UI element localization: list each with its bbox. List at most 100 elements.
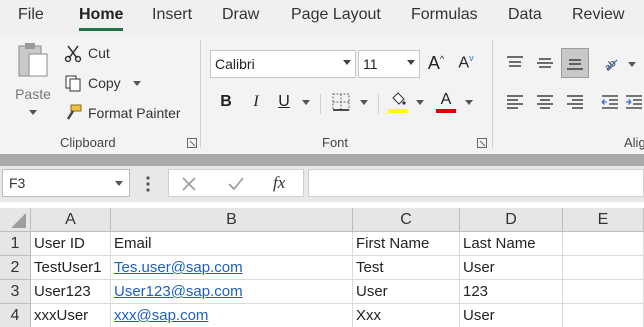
cell-a4[interactable]: xxxUser bbox=[31, 304, 111, 327]
cell-e2[interactable] bbox=[563, 256, 644, 280]
tab-review[interactable]: Review bbox=[572, 6, 624, 24]
align-top-icon bbox=[507, 56, 523, 67]
format-painter-button[interactable]: Format Painter bbox=[64, 104, 181, 122]
underline-dropdown-icon[interactable] bbox=[302, 100, 310, 105]
underline-button[interactable]: U bbox=[274, 89, 294, 115]
column-header-d[interactable]: D bbox=[460, 208, 563, 232]
cell-b2-email-link[interactable]: Tes.user@sap.com bbox=[111, 256, 353, 280]
font-dialog-launcher-icon[interactable] bbox=[477, 138, 487, 148]
copy-button[interactable]: Copy bbox=[64, 74, 141, 92]
name-box-dropdown-icon bbox=[115, 181, 123, 186]
cell-e3[interactable] bbox=[563, 280, 644, 304]
column-header-a[interactable]: A bbox=[31, 208, 111, 232]
align-bottom-button[interactable] bbox=[561, 48, 589, 78]
cut-button[interactable]: Cut bbox=[64, 44, 110, 62]
formula-bar-grip-icon[interactable] bbox=[144, 174, 152, 194]
cell-a3[interactable]: User123 bbox=[31, 280, 111, 304]
align-center-button[interactable] bbox=[532, 89, 558, 115]
copy-label: Copy bbox=[88, 75, 121, 91]
cell-b1[interactable]: Email bbox=[111, 232, 353, 256]
cell-d4[interactable]: User bbox=[460, 304, 563, 327]
tab-draw[interactable]: Draw bbox=[222, 6, 259, 24]
group-separator bbox=[200, 40, 201, 148]
cell-a2[interactable]: TestUser1 bbox=[31, 256, 111, 280]
group-separator bbox=[492, 40, 493, 148]
paste-dropdown-icon[interactable] bbox=[29, 110, 37, 115]
decrease-indent-icon bbox=[601, 95, 618, 109]
cell-c1[interactable]: First Name bbox=[353, 232, 460, 256]
tab-data[interactable]: Data bbox=[508, 6, 542, 24]
decrease-indent-button[interactable] bbox=[598, 89, 622, 115]
font-size-value: 11 bbox=[363, 56, 378, 72]
align-top-button[interactable] bbox=[502, 50, 528, 76]
cell-b4-email-link[interactable]: xxx@sap.com bbox=[111, 304, 353, 327]
name-box[interactable]: F3 bbox=[2, 169, 130, 197]
font-size-dropdown-icon bbox=[407, 60, 415, 65]
column-header-b[interactable]: B bbox=[111, 208, 353, 232]
cell-e1[interactable] bbox=[563, 232, 644, 256]
tab-home[interactable]: Home bbox=[79, 6, 124, 31]
formula-buttons-area: fx bbox=[168, 169, 304, 197]
row-header[interactable]: 2 bbox=[0, 256, 31, 280]
cell-c4[interactable]: Xxx bbox=[353, 304, 460, 327]
row-header[interactable]: 4 bbox=[0, 304, 31, 327]
cell-c3[interactable]: User bbox=[353, 280, 460, 304]
cell-e4[interactable] bbox=[563, 304, 644, 327]
font-name-value: Calibri bbox=[215, 56, 255, 72]
cell-b3-email-link[interactable]: User123@sap.com bbox=[111, 280, 353, 304]
increase-indent-button[interactable] bbox=[624, 89, 644, 115]
fill-color-dropdown-icon[interactable] bbox=[416, 100, 424, 105]
font-name-select[interactable]: Calibri bbox=[210, 50, 356, 78]
orientation-button[interactable]: ab bbox=[598, 50, 622, 76]
clipboard-dialog-launcher-icon[interactable] bbox=[187, 138, 197, 148]
align-left-icon bbox=[507, 95, 523, 109]
formula-input[interactable] bbox=[308, 169, 644, 197]
row-header[interactable]: 3 bbox=[0, 280, 31, 304]
tab-insert[interactable]: Insert bbox=[152, 6, 192, 24]
font-color-button[interactable]: A bbox=[434, 89, 458, 115]
align-left-button[interactable] bbox=[502, 89, 528, 115]
cut-label: Cut bbox=[88, 45, 110, 61]
cell-c2[interactable]: Test bbox=[353, 256, 460, 280]
tab-page-layout[interactable]: Page Layout bbox=[291, 6, 381, 24]
bold-button[interactable]: B bbox=[216, 89, 236, 115]
alignment-group-label: Alig bbox=[624, 135, 644, 150]
increase-font-size-button[interactable]: A^ bbox=[424, 50, 448, 76]
align-bottom-icon bbox=[567, 59, 583, 70]
decrease-font-size-button[interactable]: Av bbox=[454, 50, 478, 76]
align-right-button[interactable] bbox=[562, 89, 588, 115]
font-size-select[interactable]: 11 bbox=[358, 50, 420, 78]
cell-a1[interactable]: User ID bbox=[31, 232, 111, 256]
tab-formulas[interactable]: Formulas bbox=[411, 6, 478, 24]
worksheet-grid: A B C D E 1 User ID Email First Name Las… bbox=[0, 208, 644, 327]
cell-d2[interactable]: User bbox=[460, 256, 563, 280]
font-color-dropdown-icon[interactable] bbox=[465, 100, 473, 105]
row-header[interactable]: 1 bbox=[0, 232, 31, 256]
column-header-c[interactable]: C bbox=[353, 208, 460, 232]
format-painter-icon bbox=[66, 104, 82, 120]
orientation-dropdown-icon[interactable] bbox=[628, 62, 636, 67]
column-header-e[interactable]: E bbox=[563, 208, 644, 232]
tab-file[interactable]: File bbox=[18, 6, 44, 24]
cell-d1[interactable]: Last Name bbox=[460, 232, 563, 256]
borders-dropdown-icon[interactable] bbox=[360, 100, 368, 105]
formula-bar: F3 fx bbox=[0, 166, 644, 202]
enter-check-icon[interactable] bbox=[227, 176, 245, 192]
align-middle-button[interactable] bbox=[532, 50, 558, 76]
copy-dropdown-icon[interactable] bbox=[132, 80, 141, 86]
italic-icon: I bbox=[253, 93, 259, 110]
cell-d3[interactable]: 123 bbox=[460, 280, 563, 304]
bold-icon: B bbox=[220, 93, 232, 110]
select-all-corner[interactable] bbox=[0, 208, 31, 232]
fill-color-button[interactable] bbox=[386, 89, 410, 115]
paste-button[interactable]: Paste bbox=[10, 42, 56, 126]
clipboard-group-label: Clipboard bbox=[60, 135, 116, 150]
borders-button[interactable] bbox=[330, 89, 352, 115]
ribbon-separator-strip bbox=[0, 154, 644, 166]
scissors-icon bbox=[64, 45, 82, 62]
font-group-label: Font bbox=[322, 135, 349, 150]
italic-button[interactable]: I bbox=[246, 89, 266, 115]
cancel-icon[interactable] bbox=[181, 176, 197, 192]
insert-function-button[interactable]: fx bbox=[273, 173, 285, 193]
small-separator bbox=[320, 94, 321, 114]
